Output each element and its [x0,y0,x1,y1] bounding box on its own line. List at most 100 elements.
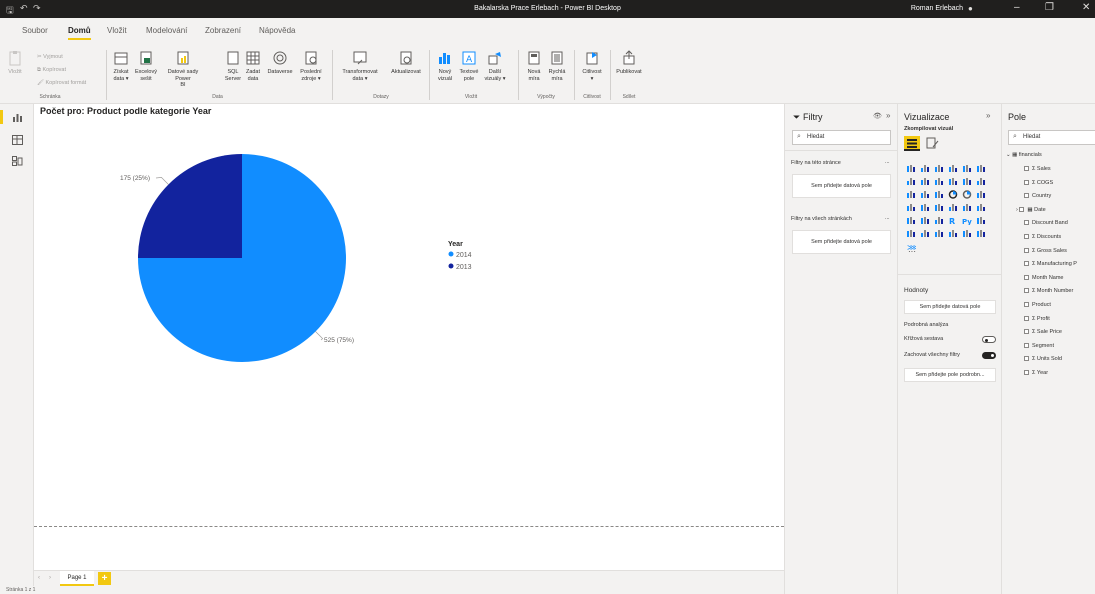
field-checkbox[interactable] [1024,370,1029,375]
field-checkbox[interactable] [1024,166,1029,171]
report-canvas[interactable]: Počet pro: Product podle kategorie Year … [34,104,784,570]
tab-insert[interactable]: Vložit [107,26,127,35]
pie-slice-2013[interactable] [138,154,242,258]
funnel-icon[interactable] [920,190,930,199]
collapse-viz-icon[interactable]: » [986,111,990,120]
model-view-icon[interactable] [12,156,23,166]
publish-button[interactable]: Publikovat [614,50,644,76]
field-item[interactable]: Σ Year [1024,370,1048,376]
pie-chart[interactable]: 175 (25%) 525 (75%) Year 2014 2013 [34,104,784,524]
field-item[interactable]: Product [1024,302,1051,308]
pie-icon[interactable] [948,190,958,199]
refresh-button[interactable]: Aktualizovat [386,50,426,76]
field-item[interactable]: Month Name [1024,274,1064,281]
r-script-icon[interactable]: R [948,216,958,225]
waterfall-icon[interactable] [906,190,916,199]
cut-button[interactable]: ✂ Vyjmout [37,54,63,60]
minimize-icon[interactable]: – [1014,2,1020,13]
ribbon-icon[interactable] [976,177,986,186]
prev-page-icon[interactable]: ‹ [38,575,40,581]
cross-report-toggle[interactable] [982,336,996,343]
field-checkbox[interactable] [1024,220,1029,226]
collapse-filters-icon[interactable]: » [886,111,890,120]
all-pages-filters-drop-zone[interactable]: Sem přidejte datová pole [792,230,891,254]
sensitivity-button[interactable]: Citlivost ▾ [580,50,604,82]
data-view-icon[interactable] [12,135,23,145]
stacked-bar-icon[interactable] [906,164,916,173]
legend-item-2013[interactable]: 2013 [456,264,472,271]
new-visual-button[interactable]: Nový vizuál [434,50,456,82]
quick-measure-button[interactable]: Rychlá míra [546,50,568,82]
line-column-icon[interactable] [948,177,958,186]
field-item[interactable]: Country [1024,193,1051,199]
filled-map-icon[interactable] [920,203,930,212]
field-checkbox[interactable] [1024,179,1029,185]
dataverse-button[interactable]: Dataverse [266,50,294,76]
key-influencers-icon[interactable] [976,216,986,225]
enter-data-button[interactable]: Zadat data [244,50,262,82]
clustered-bar-icon[interactable] [934,164,944,173]
paginated-icon[interactable] [948,229,958,238]
field-checkbox[interactable] [1024,193,1029,199]
field-item[interactable]: Σ Sale Price [1024,329,1062,335]
more-visuals-ellipsis[interactable]: ··· [908,247,916,256]
drillthrough-drop-zone[interactable]: Sem přidejte pole podrobn... [904,368,996,382]
eye-icon[interactable]: 👁 [873,112,882,120]
tab-help[interactable]: Nápověda [259,26,295,35]
tab-file[interactable]: Soubor [22,26,48,35]
datasets-button[interactable]: Datové sady Power BI [160,50,206,89]
kpi-icon[interactable] [976,203,986,212]
power-apps-icon[interactable] [962,229,972,238]
area-icon[interactable] [920,177,930,186]
tab-page-1[interactable]: Page 1 [60,571,94,586]
recent-sources-button[interactable]: Poslední zdroje ▾ [298,50,324,82]
keep-filters-toggle[interactable] [982,352,996,359]
tab-view[interactable]: Zobrazení [205,26,241,35]
field-item[interactable]: › ▦ Date [1016,206,1046,213]
field-item[interactable]: Σ Discounts [1024,234,1061,240]
add-page-button[interactable]: + [98,572,111,585]
field-checkbox[interactable] [1024,261,1029,267]
legend-item-2014[interactable]: 2014 [456,252,472,259]
new-measure-button[interactable]: Nová míra [524,50,544,82]
treemap-icon[interactable] [976,190,986,199]
report-view-icon[interactable] [12,113,23,123]
maximize-icon[interactable]: ❐ [1045,2,1054,13]
clustered-column-icon[interactable] [948,164,958,173]
scatter-icon[interactable] [934,190,944,199]
close-icon[interactable]: ✕ [1082,2,1090,13]
narrative-icon[interactable] [934,229,944,238]
gauge-icon[interactable] [934,203,944,212]
values-drop-zone[interactable]: Sem přidejte datová pole [904,300,996,314]
format-visual-tab[interactable] [924,136,940,151]
field-item[interactable]: Σ COGS [1024,179,1053,186]
format-painter-button[interactable]: 🖌 Kopírovat formát [37,80,86,86]
field-checkbox[interactable] [1024,302,1029,307]
card-icon[interactable] [948,203,958,212]
map-icon[interactable] [906,203,916,212]
100-column-icon[interactable] [976,164,986,173]
stacked-area-icon[interactable] [934,177,944,186]
field-checkbox[interactable] [1024,234,1029,239]
excel-button[interactable]: Excelový sešit [134,50,158,82]
field-checkbox[interactable] [1024,315,1029,321]
matrix-icon[interactable] [934,216,944,225]
field-checkbox[interactable] [1024,247,1029,253]
field-item[interactable]: Σ Manufacturing P [1024,261,1077,267]
field-item[interactable]: Σ Month Number [1024,288,1073,294]
python-icon[interactable]: Py [962,216,972,225]
field-item[interactable]: Σ Gross Sales [1024,247,1067,254]
field-checkbox[interactable] [1024,288,1029,294]
table-icon[interactable] [920,216,930,225]
line-icon[interactable] [906,177,916,186]
field-item[interactable]: Discount Band [1024,220,1068,226]
table-financials[interactable]: ⌄ ▦ financials [1006,152,1042,158]
power-automate-icon[interactable] [976,229,986,238]
more-visuals-button[interactable]: Další vizuály ▾ [482,50,508,82]
field-item[interactable]: Σ Units Sold [1024,356,1062,362]
paste-button[interactable]: Vložit [5,50,25,76]
stacked-column-icon[interactable] [920,164,930,173]
field-checkbox[interactable] [1024,274,1029,280]
next-page-icon[interactable]: › [49,575,51,581]
user-name[interactable]: Roman Erlebach [911,5,963,12]
